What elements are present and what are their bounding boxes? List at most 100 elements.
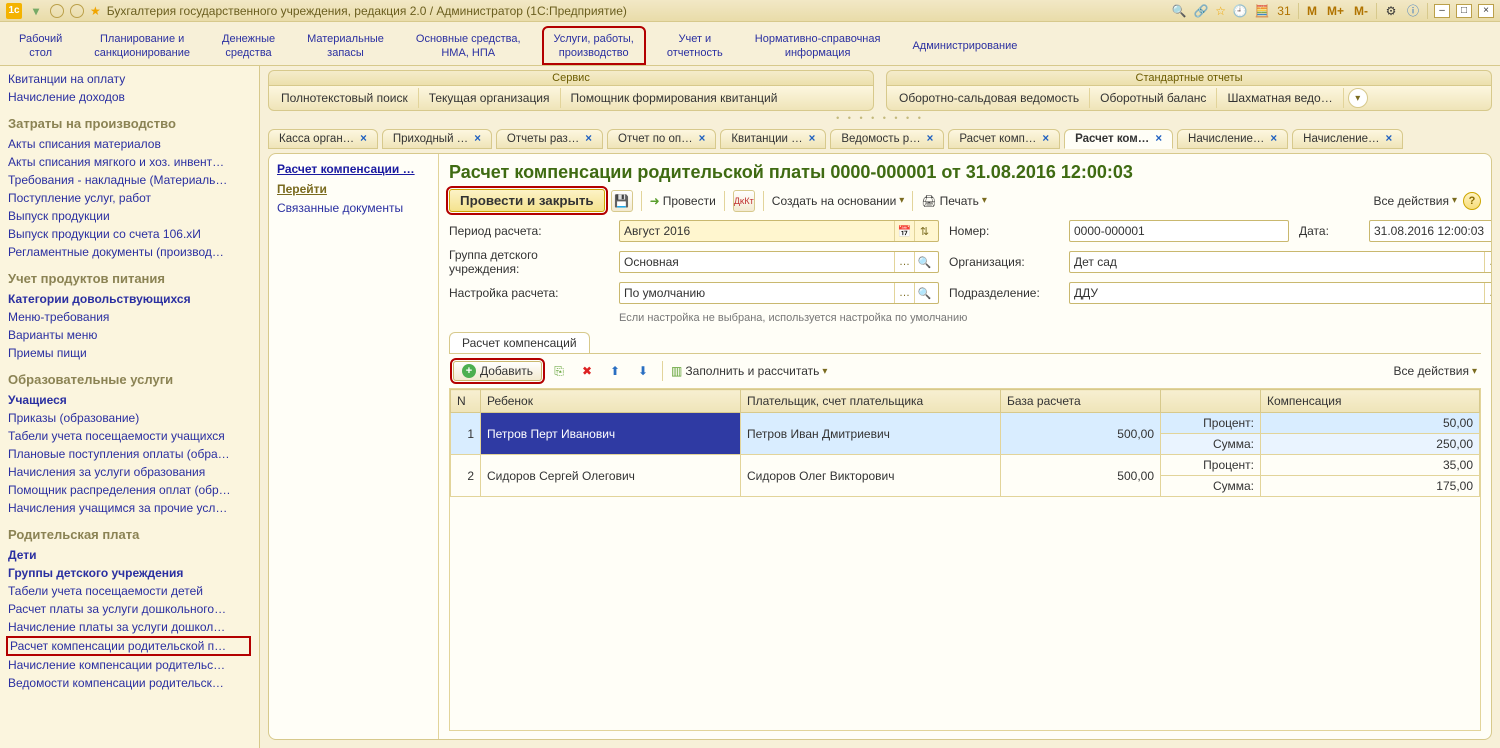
group-open-icon[interactable]: 🔍	[914, 252, 934, 272]
favorite-icon[interactable]: ★	[90, 4, 101, 18]
post-button[interactable]: ➜Провести	[650, 194, 716, 208]
sidebar-item[interactable]: Приемы пищи	[8, 344, 251, 362]
section-tab-0[interactable]: Рабочийстол	[8, 26, 73, 65]
col-payer[interactable]: Плательщик, счет плательщика	[741, 390, 1001, 413]
dept-select-icon[interactable]: …	[1484, 283, 1491, 303]
memory-m-button[interactable]: M	[1305, 4, 1319, 18]
col-child[interactable]: Ребенок	[481, 390, 741, 413]
section-tab-8[interactable]: Администрирование	[901, 26, 1028, 65]
minimize-button[interactable]: –	[1434, 4, 1450, 18]
dt-kt-icon[interactable]: ДᴋКᴛ	[733, 190, 755, 212]
doc-tab[interactable]: Начисление…×	[1177, 129, 1288, 149]
dept-input[interactable]: ДДУ …🔍	[1069, 282, 1491, 304]
calc-icon[interactable]: 🧮	[1254, 3, 1270, 19]
close-icon[interactable]: ×	[1042, 133, 1049, 145]
col-n[interactable]: N	[451, 390, 481, 413]
section-tab-2[interactable]: Денежныесредства	[211, 26, 286, 65]
sidebar-item[interactable]: Регламентные документы (производ…	[8, 243, 251, 261]
info-icon[interactable]: ⓘ	[1405, 3, 1421, 19]
sidebar-item[interactable]: Расчет платы за услуги дошкольного…	[8, 600, 251, 618]
close-icon[interactable]: ×	[927, 133, 934, 145]
close-icon[interactable]: ×	[360, 133, 367, 145]
help-icon[interactable]: ?	[1463, 192, 1481, 210]
fill-calc-button[interactable]: ▥ Заполнить и рассчитать	[671, 364, 827, 378]
calendar-picker-icon[interactable]: 📅	[894, 221, 914, 241]
close-icon[interactable]: ×	[1155, 133, 1162, 145]
save-icon[interactable]: 💾	[611, 190, 633, 212]
close-icon[interactable]: ×	[585, 133, 592, 145]
sidebar-item[interactable]: Квитанции на оплату	[8, 70, 251, 88]
sidebar-item[interactable]: Начисления за услуги образования	[8, 463, 251, 481]
org-input[interactable]: Дет сад …🔍	[1069, 251, 1491, 273]
group-select-icon[interactable]: …	[894, 252, 914, 272]
sidebar-item[interactable]: Дети	[8, 546, 251, 564]
group-input[interactable]: Основная …🔍	[619, 251, 939, 273]
sidebar-item[interactable]: Ведомости компенсации родительск…	[8, 674, 251, 692]
cmd-button[interactable]: Шахматная ведо…	[1217, 88, 1343, 108]
cmd-more-icon[interactable]: ▾	[1348, 88, 1368, 108]
sidebar-item[interactable]: Группы детского учреждения	[8, 564, 251, 582]
sidebar-item[interactable]: Учащиеся	[8, 391, 251, 409]
move-up-icon[interactable]: ⬆	[604, 360, 626, 382]
number-input[interactable]: 0000-000001	[1069, 220, 1289, 242]
doc-tab[interactable]: Квитанции …×	[720, 129, 826, 149]
col-comp[interactable]: Компенсация	[1261, 390, 1480, 413]
date-input[interactable]: 31.08.2016 12:00:03 📅	[1369, 220, 1491, 242]
doc-side-current[interactable]: Расчет компенсации …	[277, 162, 430, 176]
sidebar-item[interactable]: Акты списания мягкого и хоз. инвент…	[8, 153, 251, 171]
nav-fwd-icon[interactable]	[70, 4, 84, 18]
grid-all-actions-button[interactable]: Все действия	[1394, 364, 1478, 378]
cmd-button[interactable]: Полнотекстовый поиск	[271, 88, 419, 108]
favorites-list-icon[interactable]: ☆	[1215, 4, 1226, 18]
create-based-button[interactable]: Создать на основании	[772, 194, 905, 208]
sidebar-item[interactable]: Варианты меню	[8, 326, 251, 344]
close-icon[interactable]: ×	[699, 133, 706, 145]
doc-tab[interactable]: Касса орган…×	[268, 129, 378, 149]
doc-tab[interactable]: Отчет по оп…×	[607, 129, 716, 149]
sidebar-item[interactable]: Плановые поступления оплаты (обра…	[8, 445, 251, 463]
section-tab-3[interactable]: Материальныезапасы	[296, 26, 395, 65]
sidebar-item[interactable]: Начисления учащимся за прочие усл…	[8, 499, 251, 517]
print-button[interactable]: 🖨 Печать	[921, 194, 987, 208]
cmd-button[interactable]: Текущая организация	[419, 88, 561, 108]
cmd-button[interactable]: Оборотно-сальдовая ведомость	[889, 88, 1090, 108]
settings-icon[interactable]: ⚙	[1383, 3, 1399, 19]
nav-dropdown-icon[interactable]: ▾	[28, 3, 44, 19]
add-row-button[interactable]: + Добавить	[453, 361, 542, 381]
section-tab-1[interactable]: Планирование исанкционирование	[83, 26, 201, 65]
section-tab-6[interactable]: Учет иотчетность	[656, 26, 734, 65]
memory-mplus-button[interactable]: M+	[1325, 4, 1346, 18]
setting-input[interactable]: По умолчанию …🔍	[619, 282, 939, 304]
sidebar-item[interactable]: Табели учета посещаемости детей	[8, 582, 251, 600]
calendar-icon[interactable]: 31	[1276, 3, 1292, 19]
tab-compensation[interactable]: Расчет компенсаций	[449, 332, 590, 353]
doc-tab[interactable]: Ведомость р…×	[830, 129, 944, 149]
section-tab-4[interactable]: Основные средства,НМА, НПА	[405, 26, 532, 65]
copy-row-icon[interactable]: ⎘	[548, 360, 570, 382]
period-input[interactable]: Август 2016 📅⇅	[619, 220, 939, 242]
org-select-icon[interactable]: …	[1484, 252, 1491, 272]
setting-select-icon[interactable]: …	[894, 283, 914, 303]
all-actions-button[interactable]: Все действия	[1374, 194, 1458, 208]
memory-mminus-button[interactable]: M-	[1352, 4, 1370, 18]
period-updown-icon[interactable]: ⇅	[914, 221, 934, 241]
sidebar-item[interactable]: Выпуск продукции	[8, 207, 251, 225]
data-grid[interactable]: N Ребенок Плательщик, счет плательщика Б…	[449, 389, 1481, 731]
section-tab-5[interactable]: Услуги, работы,производство	[542, 26, 646, 65]
nav-back-icon[interactable]	[50, 4, 64, 18]
sidebar-item[interactable]: Меню-требования	[8, 308, 251, 326]
doc-tab[interactable]: Начисление…×	[1292, 129, 1403, 149]
move-down-icon[interactable]: ⬇	[632, 360, 654, 382]
doc-tab[interactable]: Отчеты раз…×	[496, 129, 603, 149]
sidebar-item[interactable]: Приказы (образование)	[8, 409, 251, 427]
sidebar-item[interactable]: Начисление компенсации родительс…	[8, 656, 251, 674]
sidebar-item[interactable]: Расчет компенсации родительской п…	[6, 636, 251, 656]
sidebar-item[interactable]: Помощник распределения оплат (обр…	[8, 481, 251, 499]
cmd-button[interactable]: Помощник формирования квитанций	[561, 88, 788, 108]
maximize-button[interactable]: □	[1456, 4, 1472, 18]
close-icon[interactable]: ×	[1270, 133, 1277, 145]
cmd-button[interactable]: Оборотный баланс	[1090, 88, 1217, 108]
setting-open-icon[interactable]: 🔍	[914, 283, 934, 303]
sidebar-item[interactable]: Категории довольствующихся	[8, 290, 251, 308]
table-row[interactable]: 2Сидоров Сергей ОлеговичСидоров Олег Вик…	[451, 455, 1480, 476]
